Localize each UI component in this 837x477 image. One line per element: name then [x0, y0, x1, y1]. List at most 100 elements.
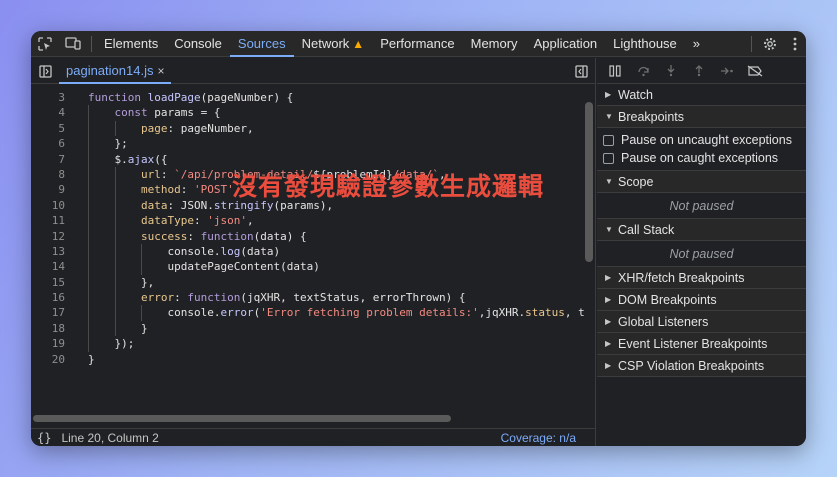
- warning-icon: ▲: [352, 36, 365, 51]
- tab-memory[interactable]: Memory: [463, 31, 526, 57]
- line-number[interactable]: 4: [31, 105, 65, 120]
- device-toolbar-icon[interactable]: [59, 31, 87, 57]
- line-number[interactable]: 12: [31, 229, 65, 244]
- checkbox[interactable]: [603, 134, 614, 146]
- pause-uncaught-option[interactable]: Pause on uncaught exceptions: [597, 131, 806, 149]
- line-number[interactable]: 3: [31, 90, 65, 105]
- section-csp-label: CSP Violation Breakpoints: [618, 358, 765, 373]
- line-number[interactable]: 14: [31, 259, 65, 274]
- coverage-status[interactable]: Coverage: n/a: [501, 431, 576, 445]
- code-line: 6};: [31, 136, 586, 152]
- collapse-arrow-icon: ▼: [605, 112, 613, 121]
- tab-network[interactable]: Network ▲: [294, 31, 373, 57]
- section-call-stack[interactable]: ▼ Call Stack: [597, 219, 806, 241]
- breakpoint-options: Pause on uncaught exceptions Pause on ca…: [597, 128, 806, 171]
- pause-icon[interactable]: [601, 58, 629, 84]
- more-options-icon[interactable]: [784, 31, 806, 57]
- step-over-icon[interactable]: [629, 58, 657, 84]
- line-number[interactable]: 11: [31, 213, 65, 228]
- section-dom-breakpoints[interactable]: ▶ DOM Breakpoints: [597, 289, 806, 311]
- file-tab-pagination[interactable]: pagination14.js ×: [59, 58, 172, 84]
- code-line: 13 console.log(data): [31, 243, 586, 260]
- line-number[interactable]: 5: [31, 121, 65, 136]
- line-number[interactable]: 7: [31, 152, 65, 167]
- step-into-icon[interactable]: [657, 58, 685, 84]
- editor-status-bar: {} Line 20, Column 2 Coverage: n/a: [31, 428, 596, 446]
- code-view[interactable]: 3 function loadPage(pageNumber) { 4 const …: [31, 90, 586, 390]
- checkbox[interactable]: [603, 152, 614, 164]
- expand-arrow-icon: ▶: [605, 295, 612, 304]
- code-line: 11 dataType: 'json',: [31, 213, 586, 229]
- pause-caught-option[interactable]: Pause on caught exceptions: [597, 149, 806, 167]
- tab-elements[interactable]: Elements: [96, 31, 166, 57]
- inspect-element-icon[interactable]: [31, 31, 59, 57]
- toolbar-divider: [91, 35, 92, 52]
- section-event-label: Event Listener Breakpoints: [618, 336, 768, 351]
- collapse-arrow-icon: ▼: [605, 177, 613, 186]
- code-line: 3 function loadPage(pageNumber) {: [31, 90, 586, 105]
- toggle-navigator-icon[interactable]: [31, 58, 59, 84]
- section-event-listener-breakpoints[interactable]: ▶ Event Listener Breakpoints: [597, 333, 806, 355]
- section-watch[interactable]: ▶ Watch: [597, 84, 806, 106]
- scope-not-paused: Not paused: [597, 193, 806, 219]
- expand-arrow-icon: ▶: [605, 90, 612, 99]
- annotation-overlay-text: 沒有發現驗證參數生成邏輯: [232, 172, 545, 201]
- code-line: 17 console.error('Error fetching problem …: [31, 305, 586, 321]
- line-number[interactable]: 9: [31, 182, 65, 197]
- tab-lighthouse[interactable]: Lighthouse: [605, 31, 685, 57]
- step-icon[interactable]: [713, 58, 741, 84]
- pretty-print-icon[interactable]: {}: [37, 431, 51, 445]
- expand-arrow-icon: ▶: [605, 339, 612, 348]
- section-dom-label: DOM Breakpoints: [618, 292, 717, 307]
- line-number[interactable]: 16: [31, 290, 65, 305]
- devtools-toolbar: Elements Console Sources Network ▲ Perfo…: [31, 31, 806, 57]
- pause-caught-label: Pause on caught exceptions: [621, 151, 779, 165]
- line-number[interactable]: 19: [31, 336, 65, 351]
- section-xhr-breakpoints[interactable]: ▶ XHR/fetch Breakpoints: [597, 267, 806, 289]
- section-global-label: Global Listeners: [618, 314, 709, 329]
- expand-arrow-icon: ▶: [605, 273, 612, 282]
- code-line: 19});: [31, 336, 586, 352]
- section-breakpoints[interactable]: ▼ Breakpoints: [597, 106, 806, 128]
- section-xhr-label: XHR/fetch Breakpoints: [618, 270, 745, 285]
- section-watch-label: Watch: [618, 87, 653, 102]
- code-line: 4 const params = {: [31, 105, 586, 121]
- toolbar-divider: [751, 35, 752, 52]
- line-number[interactable]: 13: [31, 244, 65, 259]
- code-line: 12 success: function(data) {: [31, 228, 586, 244]
- tab-sources[interactable]: Sources: [229, 31, 294, 57]
- section-scope[interactable]: ▼ Scope: [597, 171, 806, 193]
- tab-performance[interactable]: Performance: [372, 31, 462, 57]
- line-number[interactable]: 8: [31, 167, 65, 182]
- line-number[interactable]: 15: [31, 275, 65, 290]
- code-line: 14 updatePageContent(data): [31, 259, 586, 275]
- tab-application[interactable]: Application: [526, 31, 606, 57]
- step-out-icon[interactable]: [685, 58, 713, 84]
- line-number[interactable]: 6: [31, 136, 65, 151]
- debugger-pane: ▶ Watch ▼ Breakpoints Pause on uncaught …: [597, 58, 806, 446]
- deactivate-breakpoints-icon[interactable]: [741, 58, 769, 84]
- gear-icon[interactable]: [756, 31, 784, 57]
- line-number[interactable]: 17: [31, 305, 65, 320]
- close-icon[interactable]: ×: [157, 64, 164, 78]
- section-global-listeners[interactable]: ▶ Global Listeners: [597, 311, 806, 333]
- debugger-toolbar: [597, 58, 806, 84]
- pause-uncaught-label: Pause on uncaught exceptions: [621, 133, 792, 147]
- horizontal-scrollbar[interactable]: [33, 415, 451, 422]
- collapse-arrow-icon: ▼: [605, 225, 613, 234]
- expand-arrow-icon: ▶: [605, 317, 612, 326]
- section-csp-breakpoints[interactable]: ▶ CSP Violation Breakpoints: [597, 355, 806, 377]
- cursor-position: Line 20, Column 2: [61, 430, 159, 445]
- tab-console[interactable]: Console: [166, 31, 230, 57]
- vertical-scrollbar[interactable]: [585, 102, 593, 262]
- tab-network-label: Network: [301, 36, 350, 51]
- more-tabs-button[interactable]: »: [685, 31, 708, 57]
- section-breakpoints-label: Breakpoints: [618, 109, 685, 124]
- line-number[interactable]: 18: [31, 321, 65, 336]
- code-line: 16 error: function(jqXHR, textStatus, err…: [31, 290, 586, 306]
- source-editor: pagination14.js × 3 function loadPage(pag…: [31, 58, 596, 446]
- line-number[interactable]: 20: [31, 352, 65, 367]
- line-number[interactable]: 10: [31, 198, 65, 213]
- code-line: 7 $.ajax({: [31, 151, 586, 167]
- toggle-debugger-icon[interactable]: [567, 58, 595, 84]
